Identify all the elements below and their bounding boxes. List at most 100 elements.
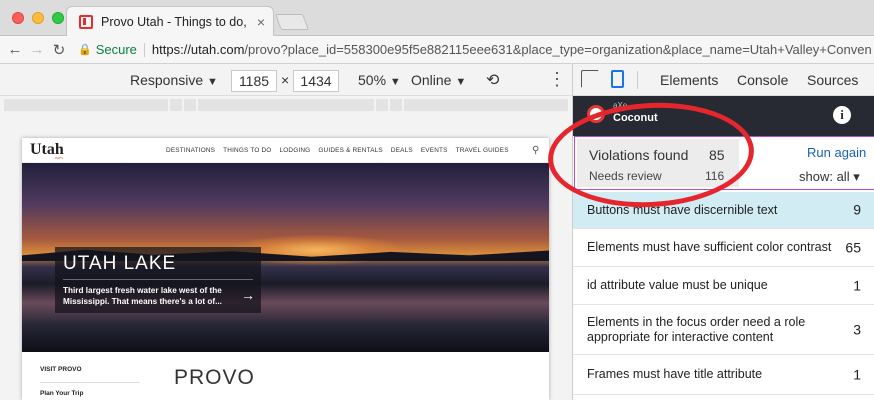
ruler-segment[interactable] <box>184 99 196 111</box>
tab-sources[interactable]: Sources <box>807 72 858 88</box>
rule-label: id attribute value must be unique <box>587 278 768 292</box>
search-icon[interactable]: ⚲ <box>532 145 539 156</box>
url-field[interactable]: https://utah.com/provo?place_id=558300e9… <box>152 42 874 57</box>
ruler-segment[interactable] <box>198 99 374 111</box>
address-bar: ← → ↻ 🔒 Secure https://utah.com/provo?pl… <box>0 36 874 64</box>
coconut-logo-icon <box>587 105 605 123</box>
window-zoom-button[interactable] <box>52 12 64 24</box>
rule-count: 1 <box>853 277 861 293</box>
violations-summary: Violations found 85 Needs review 116 Run… <box>574 136 874 190</box>
nav-link-lodging[interactable]: LODGING <box>279 147 310 154</box>
rule-item[interactable]: Buttons must have discernible text 9 <box>573 192 874 229</box>
ruler-segment[interactable] <box>390 99 402 111</box>
rule-count: 1 <box>853 366 861 382</box>
window-close-button[interactable] <box>12 12 24 24</box>
side-divider <box>40 382 140 383</box>
tab-title: Provo Utah - Things to do, Places <box>101 15 251 29</box>
side-heading: VISIT PROVO <box>40 366 82 373</box>
browser-tab[interactable]: Provo Utah - Things to do, Places × <box>66 6 274 37</box>
zoom-label: 50% <box>358 72 387 88</box>
device-toolbar: Responsive ▼ 1185 × 1434 50% ▼ Online ▼ … <box>0 64 572 96</box>
chevron-down-icon: ▼ <box>389 76 401 88</box>
nav-link-events[interactable]: EVENTS <box>421 147 448 154</box>
new-tab-button[interactable] <box>275 14 309 30</box>
url-path: /provo?place_id=558300e95f5e882115eee631… <box>244 42 872 57</box>
utah-favicon-icon <box>79 15 93 29</box>
forward-arrow-icon[interactable]: → <box>26 41 48 58</box>
site-nav-links: DESTINATIONS THINGS TO DO LODGING GUIDES… <box>166 147 509 154</box>
close-icon[interactable]: × <box>257 14 265 30</box>
width-input[interactable]: 1185 <box>231 70 277 92</box>
device-mode-label: Responsive <box>130 72 204 88</box>
show-filter-select[interactable]: show: all ▾ <box>799 169 860 185</box>
rule-label: Elements in the focus order need a role … <box>587 314 806 344</box>
summary-counts: Violations found 85 Needs review 116 <box>577 139 739 187</box>
needs-review-count: 116 <box>705 169 725 183</box>
rules-list: Buttons must have discernible text 9 Ele… <box>573 192 874 395</box>
lock-icon: 🔒 <box>78 44 92 56</box>
coconut-header: aXe Coconut i <box>573 96 874 136</box>
rule-item[interactable]: Frames must have title attribute 1 <box>573 355 874 395</box>
arrow-right-icon[interactable]: → <box>241 287 255 303</box>
violations-label: Violations found <box>589 147 689 163</box>
info-icon[interactable]: i <box>833 106 851 124</box>
rule-item[interactable]: Elements must have sufficient color cont… <box>573 229 874 267</box>
nav-link-things-to-do[interactable]: THINGS TO DO <box>223 147 271 154</box>
kebab-menu-icon[interactable]: ⋮ <box>548 70 566 88</box>
back-arrow-icon[interactable]: ← <box>4 41 26 58</box>
height-input[interactable]: 1434 <box>293 70 339 92</box>
violations-count: 85 <box>709 147 725 163</box>
rule-label: Buttons must have discernible text <box>587 202 778 217</box>
utah-logo-sub: .com <box>54 155 63 160</box>
ruler-segment[interactable] <box>376 99 388 111</box>
nav-link-guides-rentals[interactable]: GUIDES & RENTALS <box>318 147 383 154</box>
ruler-segment[interactable] <box>404 99 568 111</box>
dimension-times: × <box>281 72 290 88</box>
inspect-icon[interactable] <box>581 70 599 88</box>
nav-link-deals[interactable]: DEALS <box>391 147 413 154</box>
ruler-segment[interactable] <box>170 99 182 111</box>
run-again-button[interactable]: Run again <box>807 145 866 160</box>
secure-label: Secure <box>95 42 137 57</box>
rotate-icon[interactable]: ⟲ <box>486 70 499 90</box>
coconut-small-label: aXe <box>613 101 628 110</box>
devtools-panel: Elements Console Sources aXe Coconut i V… <box>572 64 874 400</box>
tab-console[interactable]: Console <box>737 72 788 88</box>
tab-elements[interactable]: Elements <box>660 72 718 88</box>
hero-image: UTAH LAKE Third largest fresh water lake… <box>22 163 549 352</box>
zoom-select[interactable]: 50% ▼ <box>358 72 401 88</box>
url-divider <box>143 42 145 57</box>
side-link-plan-trip[interactable]: Plan Your Trip <box>40 390 83 397</box>
device-icon[interactable] <box>611 70 624 88</box>
rule-item[interactable]: id attribute value must be unique 1 <box>573 267 874 305</box>
nav-link-travel-guides[interactable]: TRAVEL GUIDES <box>456 147 509 154</box>
rule-count: 9 <box>853 201 861 218</box>
site-header: Utah .com DESTINATIONS THINGS TO DO LODG… <box>22 138 549 163</box>
url-host: https://utah.com <box>151 42 245 57</box>
window-minimize-button[interactable] <box>32 12 44 24</box>
hero-card[interactable]: UTAH LAKE Third largest fresh water lake… <box>55 247 261 313</box>
hero-divider <box>63 279 253 280</box>
rule-count: 65 <box>845 239 861 255</box>
media-query-ruler[interactable] <box>0 96 572 116</box>
page-title: PROVO <box>174 366 255 389</box>
reload-icon[interactable]: ↻ <box>48 41 70 59</box>
rule-count: 3 <box>853 321 861 337</box>
toolbar-divider <box>637 71 638 89</box>
network-select[interactable]: Online ▼ <box>411 72 466 88</box>
network-label: Online <box>411 72 452 88</box>
ruler-segment[interactable] <box>4 99 168 111</box>
hero-title: UTAH LAKE <box>63 253 177 274</box>
chevron-down-icon: ▼ <box>207 76 218 88</box>
tab-strip: Provo Utah - Things to do, Places × <box>0 0 874 37</box>
nav-link-destinations[interactable]: DESTINATIONS <box>166 147 215 154</box>
rule-label: Elements must have sufficient color cont… <box>587 240 832 254</box>
device-mode-select[interactable]: Responsive ▼ <box>130 72 218 88</box>
hero-description: Third largest fresh water lake west of t… <box>63 286 222 306</box>
chevron-down-icon: ▼ <box>455 76 467 88</box>
devtools-toolbar: Elements Console Sources <box>573 64 874 96</box>
needs-review-label: Needs review <box>589 169 662 183</box>
rule-label: Frames must have title attribute <box>587 367 763 381</box>
utah-website: Utah .com DESTINATIONS THINGS TO DO LODG… <box>22 138 549 400</box>
rule-item[interactable]: Elements in the focus order need a role … <box>573 305 874 355</box>
